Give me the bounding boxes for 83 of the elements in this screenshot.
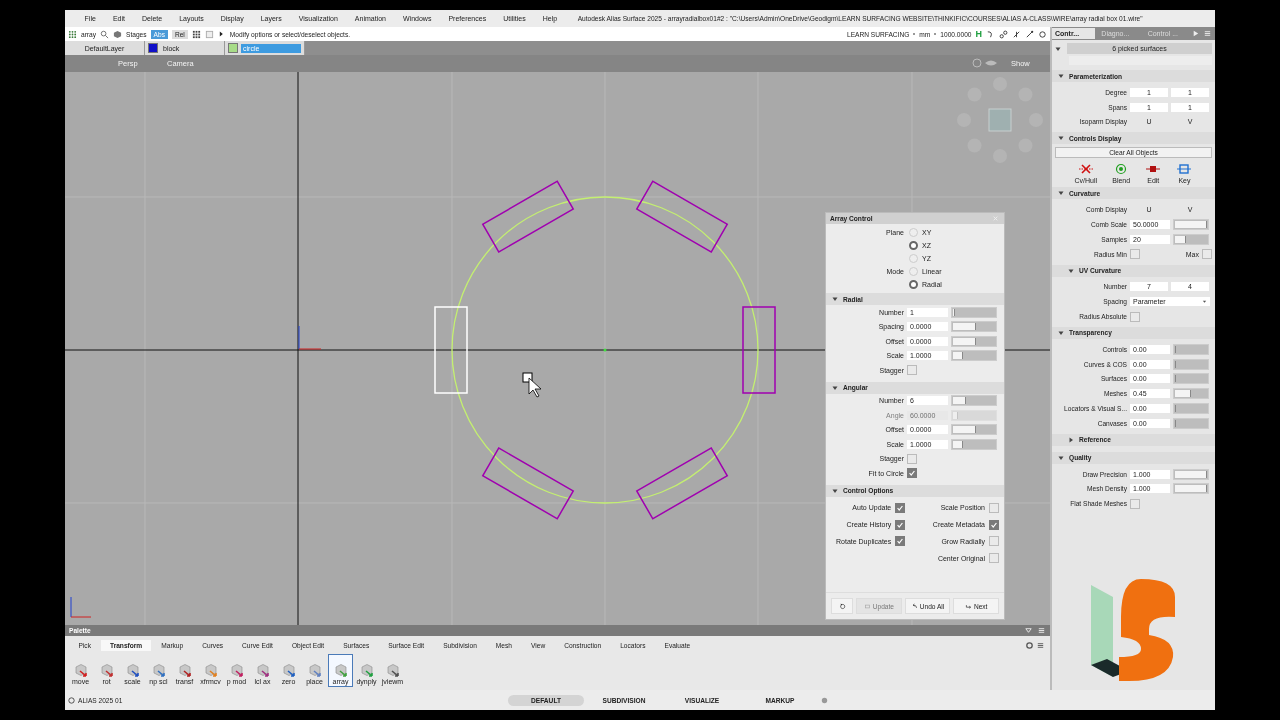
cube-arrow-icon [150, 662, 167, 678]
axis-triad-icon [298, 325, 322, 350]
cube-arrow-icon [124, 662, 141, 678]
slider-track[interactable] [1173, 403, 1209, 415]
history-button[interactable]: H [975, 29, 982, 39]
checkbox[interactable] [895, 536, 906, 547]
center-point [603, 348, 607, 352]
box-outline[interactable] [481, 447, 575, 520]
checkbox[interactable] [989, 553, 999, 564]
cube-arrow-icon [72, 662, 89, 678]
checkbox[interactable] [989, 502, 999, 513]
close-icon[interactable] [991, 214, 1000, 223]
circle-curve[interactable] [451, 196, 759, 504]
slider-track[interactable] [1173, 343, 1209, 355]
box-outline[interactable] [481, 180, 575, 253]
menu-icon[interactable] [1037, 626, 1046, 635]
cube-arrow-icon [202, 662, 219, 678]
status-icon [67, 695, 76, 705]
checkbox[interactable] [1130, 249, 1140, 260]
search-icon[interactable] [100, 29, 110, 39]
cube-arrow-icon [254, 662, 271, 678]
checkbox[interactable] [1202, 249, 1212, 260]
checkbox[interactable] [989, 519, 999, 530]
slider-track[interactable] [951, 335, 997, 347]
grid-icon[interactable] [191, 29, 201, 39]
filter-icon[interactable] [1024, 626, 1033, 635]
cross-icon [1077, 163, 1094, 176]
slider-track[interactable] [951, 424, 997, 436]
square-icon [1176, 163, 1193, 176]
cube-arrow-icon [306, 662, 323, 678]
caret-icon [1202, 299, 1207, 305]
cube-arrow-icon [358, 662, 375, 678]
checkbox[interactable] [907, 453, 917, 464]
cube-arrow-icon [228, 662, 245, 678]
curve-tool-icon[interactable] [986, 29, 995, 39]
cube-icon [113, 29, 123, 39]
slider-track[interactable] [951, 438, 997, 450]
checkbox[interactable] [907, 365, 917, 376]
slider-track[interactable] [1173, 373, 1209, 385]
cursor-icon [522, 372, 542, 398]
slider-track[interactable] [951, 306, 997, 318]
box-outline[interactable] [635, 447, 729, 520]
menu-icon[interactable] [1203, 29, 1212, 38]
cube-arrow-icon [98, 662, 115, 678]
eye-icon[interactable] [985, 60, 997, 66]
checkbox[interactable] [907, 468, 917, 479]
circle-icon[interactable] [1038, 29, 1047, 39]
grid-dots-icon [68, 29, 77, 39]
caret-icon[interactable] [1055, 45, 1061, 52]
cube-arrow-icon [384, 662, 401, 678]
slider-track[interactable] [951, 321, 997, 333]
slider-track[interactable] [951, 350, 997, 362]
pin-icon[interactable] [1025, 29, 1034, 39]
play-icon[interactable] [217, 31, 224, 37]
cube-arrow-icon [280, 662, 297, 678]
link-icon[interactable] [999, 29, 1008, 39]
axis-triad-icon [70, 596, 92, 618]
arrow-icon [964, 602, 972, 610]
slider-track[interactable] [1173, 388, 1209, 400]
undo-icon [910, 602, 918, 610]
radio-button[interactable] [909, 240, 918, 250]
add-icon[interactable] [820, 695, 829, 705]
reset-button[interactable] [831, 598, 853, 614]
box-outline[interactable] [742, 306, 776, 394]
slider-track[interactable] [951, 395, 997, 407]
frame-icon [863, 602, 871, 610]
cube-arrow-icon [176, 662, 193, 678]
menu-icon[interactable] [1036, 640, 1045, 650]
slider-track[interactable] [1173, 233, 1209, 245]
cube-arrow-icon [332, 662, 349, 678]
snap-icon[interactable] [1012, 29, 1021, 39]
reset-icon [838, 602, 846, 610]
view-cube-icon[interactable] [957, 77, 1043, 163]
checkbox[interactable] [1130, 498, 1140, 509]
settings-icon[interactable] [1025, 640, 1034, 650]
radio-button[interactable] [909, 279, 918, 289]
checkbox[interactable] [895, 519, 906, 530]
checkbox[interactable] [989, 536, 999, 547]
box-outline[interactable] [635, 180, 729, 253]
checkbox[interactable] [895, 502, 906, 513]
checkbox[interactable] [1130, 311, 1140, 322]
slider-track[interactable] [1173, 358, 1209, 370]
slider-track[interactable] [1173, 417, 1209, 429]
